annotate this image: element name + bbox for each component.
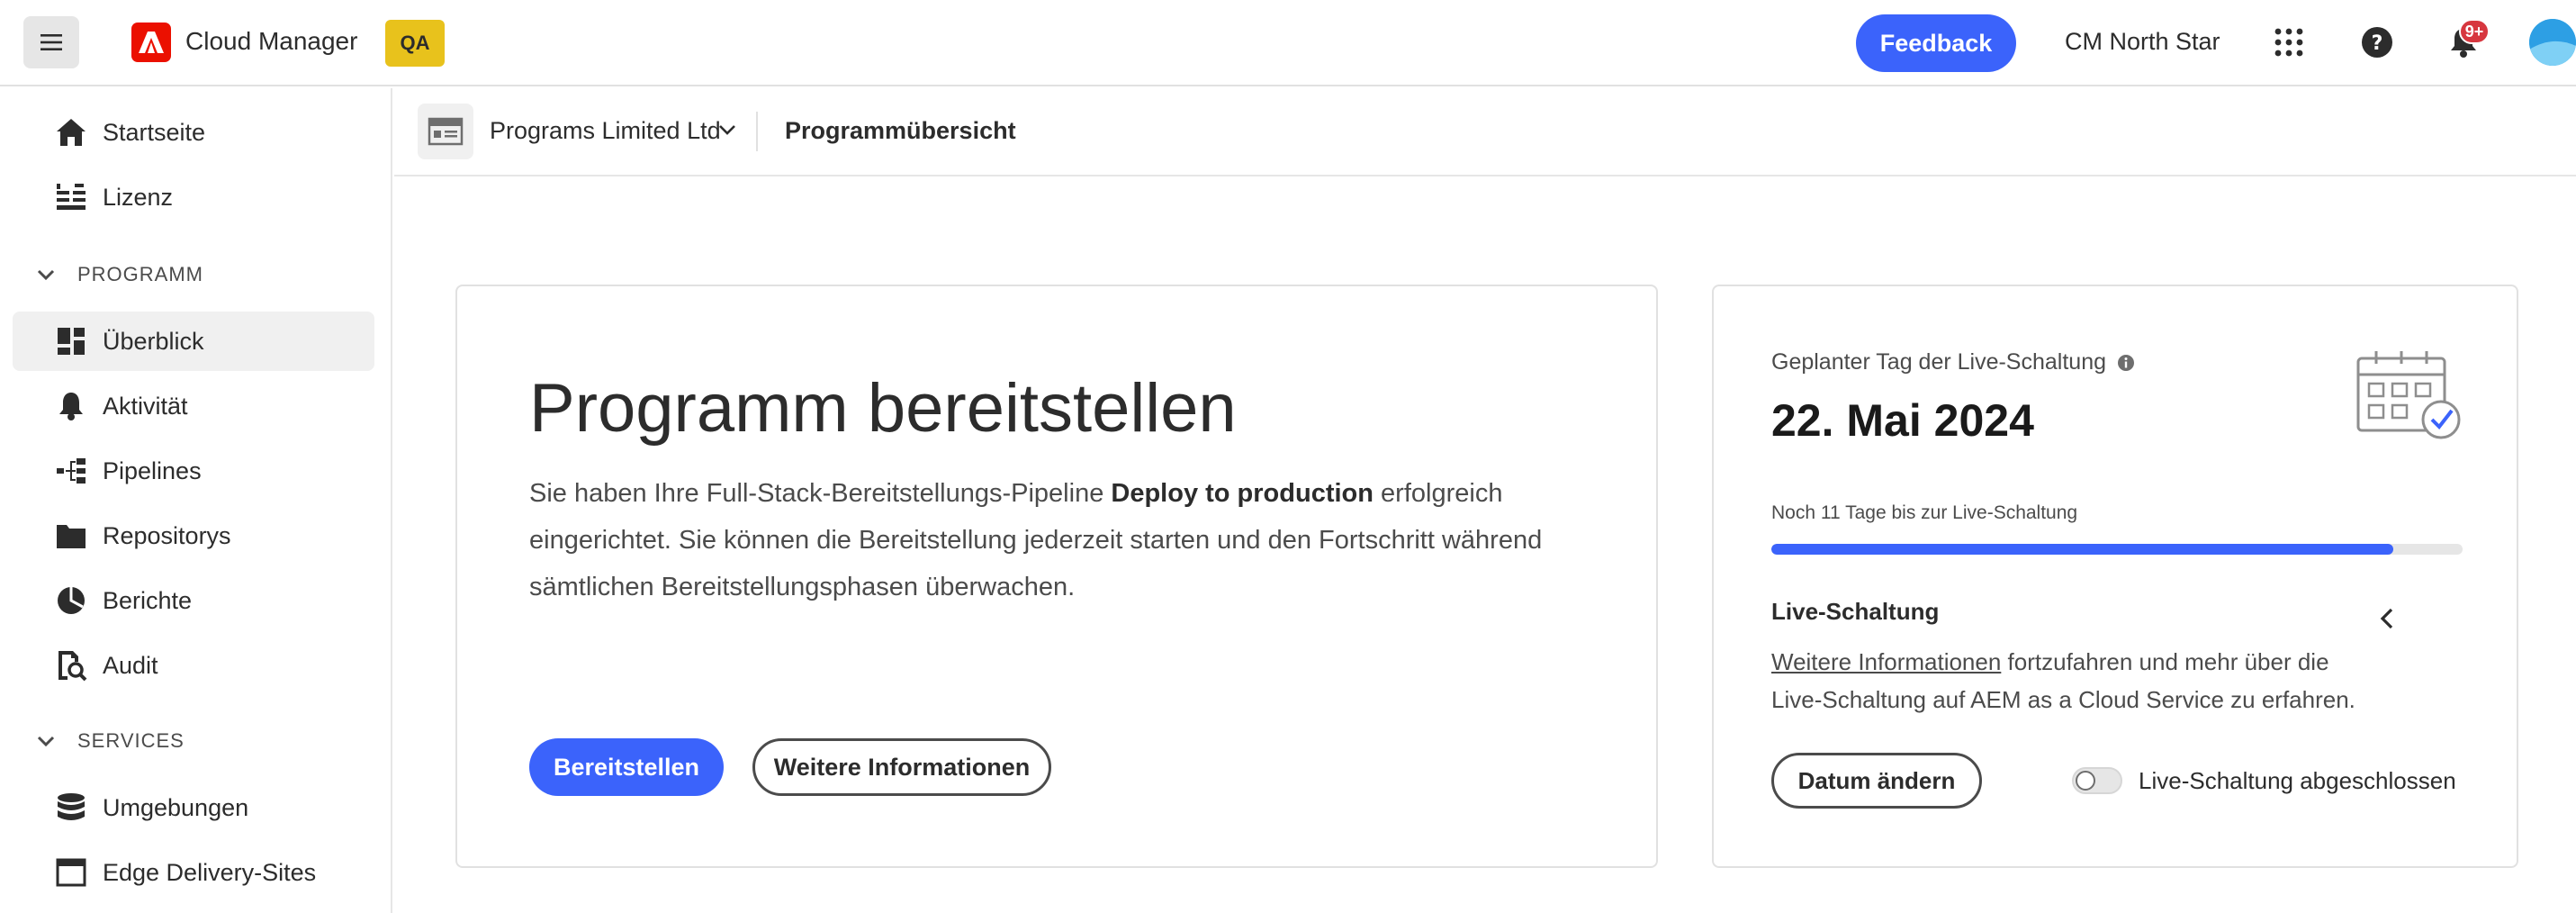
menu-icon — [41, 34, 62, 50]
sidebar-item-startseite[interactable]: Startseite — [13, 103, 374, 162]
app-title[interactable]: Cloud Manager — [185, 27, 357, 56]
adobe-logo[interactable] — [131, 23, 171, 62]
breadcrumb-divider — [756, 112, 758, 151]
sidebar-item-label: Audit — [103, 651, 158, 679]
notification-badge: 9+ — [2459, 19, 2490, 44]
sidebar: Startseite Lizenz PROGRAMM Überblick Akt… — [0, 88, 392, 913]
sidebar-item-ueberblick[interactable]: Überblick — [13, 312, 374, 371]
sidebar-item-label: Lizenz — [103, 183, 174, 211]
top-bar: Cloud Manager QA Feedback CM North Star … — [0, 0, 2576, 86]
chevron-down-icon — [37, 736, 55, 747]
sidebar-item-pipelines[interactable]: Pipelines — [13, 441, 374, 501]
days-remaining: Noch 11 Tage bis zur Live-Schaltung — [1771, 502, 2078, 523]
toggle-knob — [2076, 771, 2095, 791]
home-icon — [54, 115, 88, 149]
sidebar-item-berichte[interactable]: Berichte — [13, 571, 374, 630]
audit-icon — [54, 648, 88, 682]
chevron-down-icon — [37, 269, 55, 281]
page-title: Programmübersicht — [785, 117, 1016, 144]
golive-card: Geplanter Tag der Live-Schaltung 22. Mai… — [1712, 285, 2518, 868]
golive-description: Weitere Informationen fortzufahren und m… — [1771, 643, 2365, 719]
sidebar-item-label: Berichte — [103, 586, 193, 614]
folder-icon — [54, 519, 88, 553]
apps-grid-icon[interactable] — [2270, 23, 2308, 61]
card-title: Programm bereitstellen — [529, 370, 1237, 447]
card-description: Sie haben Ihre Full-Stack-Bereitstellung… — [529, 470, 1609, 610]
menu-button[interactable] — [23, 16, 79, 68]
license-icon — [54, 180, 88, 214]
calendar-check-icon — [2356, 351, 2461, 439]
sidebar-item-aktivitaet[interactable]: Aktivität — [13, 376, 374, 436]
golive-label-text: Geplanter Tag der Live-Schaltung — [1771, 349, 2106, 375]
pipeline-icon — [54, 454, 88, 488]
program-icon — [418, 104, 473, 159]
sidebar-item-label: Repositorys — [103, 521, 231, 549]
golive-date: 22. Mai 2024 — [1771, 395, 2034, 446]
section-title: PROGRAMM — [77, 263, 203, 285]
sidebar-item-label: Überblick — [103, 327, 204, 355]
environment-badge: QA — [385, 20, 445, 67]
progress-fill — [1771, 544, 2394, 555]
learn-more-button[interactable]: Weitere Informationen — [752, 738, 1051, 796]
sidebar-item-edge-delivery-sites[interactable]: Edge Delivery-Sites — [13, 843, 374, 902]
help-icon[interactable]: ? — [2358, 23, 2396, 61]
sidebar-item-label: Pipelines — [103, 456, 202, 484]
dashboard-icon — [54, 324, 88, 358]
section-header-programm[interactable]: PROGRAMM — [36, 263, 203, 286]
description-text: Sie haben Ihre Full-Stack-Bereitstellung… — [529, 479, 1112, 508]
sidebar-item-label: Aktivität — [103, 392, 188, 420]
golive-complete-toggle[interactable] — [2072, 767, 2122, 794]
sidebar-item-lizenz[interactable]: Lizenz — [13, 167, 374, 227]
deploy-program-card: Programm bereitstellen Sie haben Ihre Fu… — [455, 285, 1658, 868]
pipeline-name: Deploy to production — [1111, 479, 1374, 508]
section-title: SERVICES — [77, 729, 185, 752]
sidebar-item-label: Startseite — [103, 118, 206, 146]
change-date-button[interactable]: Datum ändern — [1771, 753, 1982, 809]
chevron-down-icon[interactable] — [716, 119, 738, 140]
database-icon — [54, 791, 88, 825]
sidebar-item-label: Umgebungen — [103, 793, 249, 821]
sidebar-item-repositorys[interactable]: Repositorys — [13, 506, 374, 565]
golive-label: Geplanter Tag der Live-Schaltung — [1771, 349, 2135, 375]
svg-text:?: ? — [2372, 32, 2383, 55]
feedback-button[interactable]: Feedback — [1856, 14, 2016, 72]
golive-progress-bar — [1771, 544, 2463, 555]
sidebar-item-audit[interactable]: Audit — [13, 636, 374, 695]
pie-chart-icon — [54, 583, 88, 618]
breadcrumb: Programs Limited Ltd Programmübersicht — [394, 88, 2576, 176]
org-switcher[interactable]: CM North Star — [2065, 28, 2220, 56]
deploy-button[interactable]: Bereitstellen — [529, 738, 724, 796]
user-avatar[interactable] — [2529, 19, 2576, 66]
program-selector[interactable]: Programs Limited Ltd — [490, 117, 721, 145]
sidebar-item-label: Edge Delivery-Sites — [103, 858, 317, 886]
chevron-left-icon[interactable] — [2374, 605, 2401, 632]
bell-icon — [54, 389, 88, 423]
golive-section-title: Live-Schaltung — [1771, 598, 1940, 625]
learn-more-link[interactable]: Weitere Informationen — [1771, 648, 2001, 675]
section-header-services[interactable]: SERVICES — [36, 729, 185, 753]
toggle-label: Live-Schaltung abgeschlossen — [2139, 767, 2456, 794]
adobe-logo-icon — [139, 32, 164, 53]
window-icon — [54, 855, 88, 890]
sidebar-item-umgebungen[interactable]: Umgebungen — [13, 778, 374, 837]
info-icon[interactable] — [2117, 354, 2135, 372]
